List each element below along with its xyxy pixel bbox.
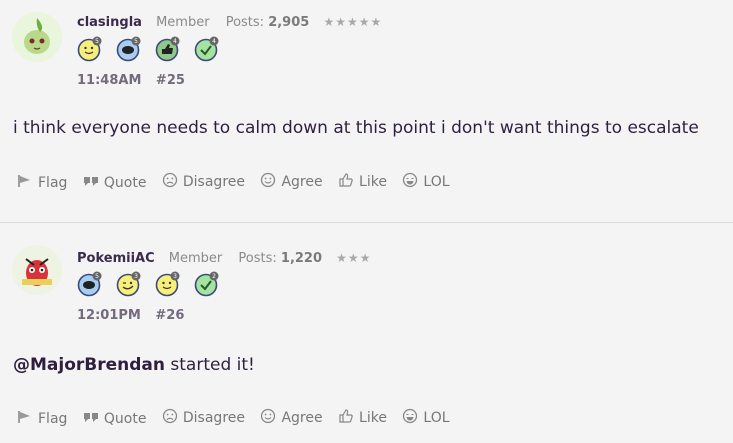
flag-icon <box>17 410 33 428</box>
post-25: clasingla Member Posts: 2,905 ★★★★★ 5 5 … <box>0 0 733 222</box>
username[interactable]: clasingla <box>77 15 142 30</box>
badge-level: 5 <box>95 273 99 280</box>
post-body-text: started it! <box>165 355 255 375</box>
badge-row: 5 5 4 4 <box>77 36 228 62</box>
post-meta: PokemiiAC Member Posts: 1,220 ★★★ <box>77 249 371 268</box>
quote-button[interactable]: Quote <box>83 410 146 428</box>
flag-icon <box>17 174 33 192</box>
post-actions: Flag Quote Disagree Agree Like LOL <box>17 408 461 428</box>
post-time[interactable]: 12:01PM <box>77 308 141 323</box>
flag-button[interactable]: Flag <box>17 410 67 428</box>
posts-label: Posts: <box>238 251 277 266</box>
badge-level: 3 <box>134 273 138 280</box>
quote-button[interactable]: Quote <box>83 174 146 192</box>
post-body: i think everyone needs to calm down at t… <box>13 118 699 138</box>
smile-icon <box>260 408 276 428</box>
post-number[interactable]: #26 <box>155 308 184 323</box>
post-actions: Flag Quote Disagree Agree Like LOL <box>17 172 461 192</box>
badge-level: 4 <box>212 38 216 45</box>
agree-button[interactable]: Agree <box>260 172 323 192</box>
wink-badge-icon[interactable]: 3 <box>116 271 142 297</box>
rank-stars: ★★★ <box>336 251 372 265</box>
post-time[interactable]: 11:48AM <box>77 73 141 88</box>
quote-icon <box>83 410 99 428</box>
post-meta: clasingla Member Posts: 2,905 ★★★★★ <box>77 13 382 32</box>
comment-badge-icon[interactable]: 5 <box>77 271 103 297</box>
thumbs-up-icon <box>338 172 354 192</box>
like-button[interactable]: Like <box>338 408 387 428</box>
posts-count: 1,220 <box>280 251 323 266</box>
agree-button[interactable]: Agree <box>260 408 323 428</box>
laugh-icon <box>402 408 418 428</box>
badge-row: 5 3 3 2 <box>77 271 228 297</box>
disagree-button[interactable]: Disagree <box>162 172 245 192</box>
smiley-badge-icon[interactable]: 5 <box>77 36 103 62</box>
posts-count: 2,905 <box>268 15 310 30</box>
avatar[interactable] <box>12 245 62 295</box>
avatar[interactable] <box>12 12 62 62</box>
post-body: @MajorBrendan started it! <box>13 355 255 375</box>
quote-icon <box>83 174 99 192</box>
like-button[interactable]: Like <box>338 172 387 192</box>
lol-button[interactable]: LOL <box>402 408 450 428</box>
posts-label: Posts: <box>225 15 265 30</box>
user-role: Member <box>168 251 223 266</box>
rank-stars: ★★★★★ <box>323 15 383 29</box>
disagree-button[interactable]: Disagree <box>162 408 245 428</box>
username[interactable]: PokemiiAC <box>77 251 155 266</box>
badge-level: 3 <box>173 273 177 280</box>
laugh-icon <box>402 172 418 192</box>
smiley-badge-icon[interactable]: 3 <box>155 271 181 297</box>
comment-badge-icon[interactable]: 5 <box>116 36 142 62</box>
smile-icon <box>260 172 276 192</box>
frown-icon <box>162 408 178 428</box>
badge-level: 5 <box>134 38 138 45</box>
post-26: PokemiiAC Member Posts: 1,220 ★★★ 5 3 3 … <box>0 222 733 443</box>
badge-level: 2 <box>212 273 216 280</box>
post-number[interactable]: #25 <box>156 73 185 88</box>
check-badge-icon[interactable]: 2 <box>194 271 220 297</box>
user-mention-link[interactable]: @MajorBrendan <box>13 355 165 375</box>
post-timestamp-row: 12:01PM #26 <box>77 308 184 323</box>
thumbs-up-badge-icon[interactable]: 4 <box>155 36 181 62</box>
frown-icon <box>162 172 178 192</box>
badge-level: 5 <box>95 38 99 45</box>
post-timestamp-row: 11:48AM #25 <box>77 73 185 88</box>
flag-button[interactable]: Flag <box>17 174 67 192</box>
thumbs-up-icon <box>338 408 354 428</box>
lol-button[interactable]: LOL <box>402 172 450 192</box>
badge-level: 4 <box>173 38 177 45</box>
check-badge-icon[interactable]: 4 <box>194 36 220 62</box>
user-role: Member <box>156 15 210 30</box>
